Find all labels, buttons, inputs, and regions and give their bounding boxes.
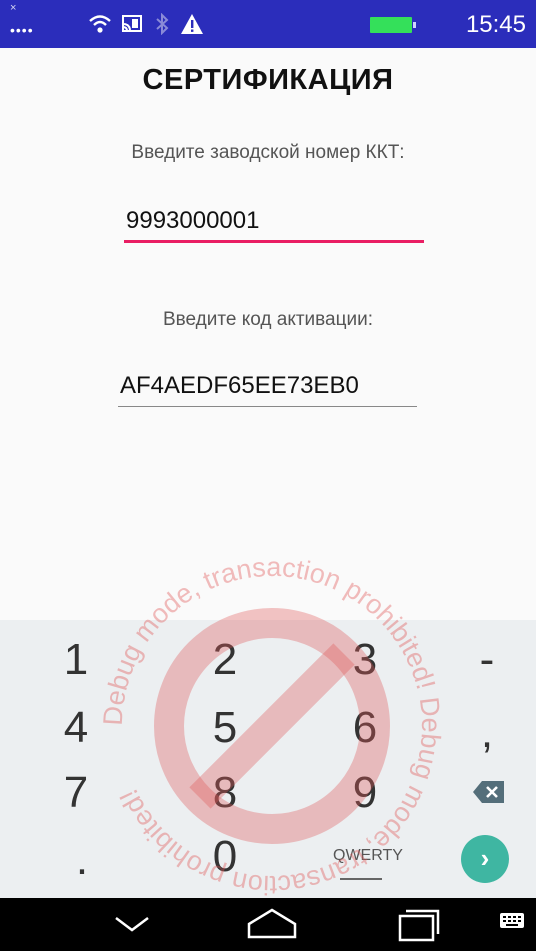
serial-number-input[interactable]: 9993000001 — [124, 207, 424, 235]
battery-icon — [370, 17, 412, 33]
qwerty-indicator — [340, 878, 382, 880]
go-button[interactable]: › — [461, 835, 509, 883]
bluetooth-icon — [156, 13, 169, 35]
key-2[interactable]: 2 — [185, 635, 265, 685]
key-3[interactable]: 3 — [325, 635, 405, 685]
key-0[interactable]: 0 — [185, 832, 265, 882]
key-9[interactable]: 9 — [325, 768, 405, 818]
recents-icon[interactable] — [397, 909, 441, 943]
go-arrow-icon: › — [480, 843, 490, 873]
numeric-keyboard: 1 2 3 - 4 5 6 , 7 8 9 . 0 QWERTY › — [0, 620, 536, 898]
keyboard-icon[interactable] — [499, 912, 525, 932]
activation-code-input[interactable]: AF4AEDF65EE73EB0 — [118, 372, 418, 400]
key-8[interactable]: 8 — [185, 768, 265, 818]
activation-code-underline — [118, 406, 417, 407]
serial-number-label: Введите заводской номер ККТ: — [131, 142, 405, 163]
key-4[interactable]: 4 — [36, 703, 116, 753]
key-comma[interactable]: , — [447, 708, 527, 758]
serial-number-underline — [124, 240, 424, 243]
home-icon[interactable] — [246, 907, 298, 941]
cast-icon — [122, 15, 142, 32]
signal-dots-icon: •••• — [10, 22, 34, 38]
key-7[interactable]: 7 — [36, 768, 116, 818]
backspace-icon[interactable] — [472, 779, 506, 805]
key-1[interactable]: 1 — [36, 635, 116, 685]
battery-tip — [413, 22, 416, 28]
activation-code-label: Введите код активации: — [162, 309, 374, 330]
page-title: СЕРТИФИКАЦИЯ — [142, 64, 394, 96]
status-bar: × •••• 15:45 — [0, 0, 536, 48]
navigation-bar — [0, 898, 536, 951]
back-icon[interactable] — [112, 912, 152, 936]
status-clock: 15:45 — [465, 11, 526, 38]
warning-icon — [181, 14, 203, 34]
close-glyph: × — [10, 2, 17, 14]
wifi-icon — [89, 15, 111, 33]
key-dot[interactable]: . — [42, 835, 122, 885]
key-minus[interactable]: - — [447, 635, 527, 685]
key-5[interactable]: 5 — [185, 703, 265, 753]
qwerty-switch-button[interactable]: QWERTY — [333, 847, 403, 865]
key-6[interactable]: 6 — [325, 703, 405, 753]
